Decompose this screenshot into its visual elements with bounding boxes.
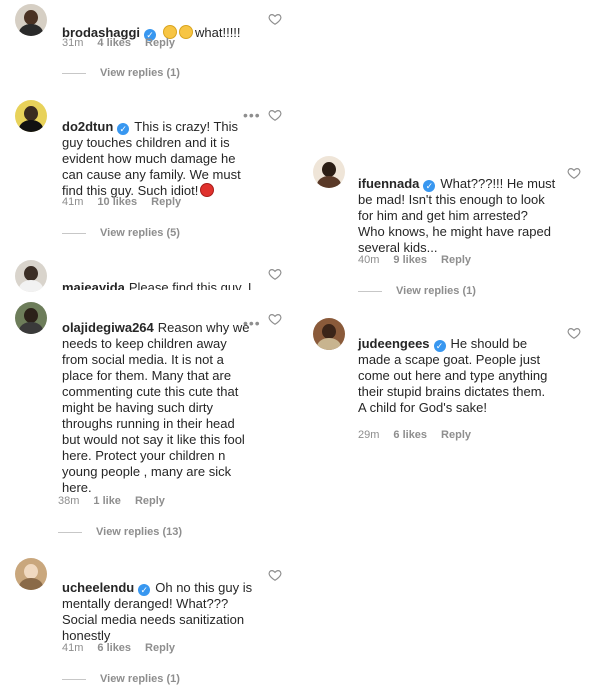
avatar[interactable] [15, 260, 47, 292]
username[interactable]: judeengees [358, 336, 430, 351]
heart-outline-icon[interactable] [268, 12, 282, 26]
avatar[interactable] [313, 156, 345, 188]
username[interactable]: ucheelendu [62, 580, 134, 595]
avatar[interactable] [313, 318, 345, 350]
likes-count[interactable]: 4 likes [97, 37, 131, 49]
comment-meta: 41m 6 likes Reply [62, 641, 189, 655]
avatar[interactable] [15, 100, 47, 132]
view-replies-button[interactable]: View replies (1) [62, 672, 180, 686]
divider-line [62, 678, 86, 680]
username[interactable]: majeayida [62, 280, 125, 290]
comment-text: judeengees ✓ He should be made a scape goa… [358, 320, 548, 416]
likes-count[interactable]: 10 likes [97, 196, 137, 208]
comment-text: majeayidaPlease find this guy, I wanna a… [62, 264, 257, 290]
comment-meta: 31m 4 likes Reply [62, 36, 189, 50]
view-replies-button[interactable]: View replies (5) [62, 226, 180, 240]
timestamp: 40m [358, 254, 380, 266]
avatar[interactable] [15, 302, 47, 334]
reply-button[interactable]: Reply [441, 429, 471, 441]
timestamp: 29m [358, 429, 380, 441]
comment-text: ucheelendu ✓ Oh no this guy is mentally de… [62, 564, 262, 644]
more-options-icon[interactable]: ••• [243, 316, 261, 330]
heart-outline-icon[interactable] [268, 568, 282, 582]
likes-count[interactable]: 6 likes [393, 429, 427, 441]
username[interactable]: ifuennada [358, 176, 419, 191]
comment-text: olajidegiwa264 Reason why we needs to kee… [62, 304, 252, 496]
reply-button[interactable]: Reply [135, 495, 165, 507]
divider-line [358, 290, 382, 292]
avatar[interactable] [15, 558, 47, 590]
comment-meta: 41m 10 likes Reply [62, 195, 195, 209]
username[interactable]: do2dtun [62, 119, 113, 134]
reply-button[interactable]: Reply [441, 254, 471, 266]
comment-meta: 38m 1 like Reply [58, 494, 179, 508]
likes-count[interactable]: 6 likes [97, 642, 131, 654]
angry-face-emoji-icon [200, 183, 215, 197]
heart-outline-icon[interactable] [268, 108, 282, 122]
view-replies-button[interactable]: View replies (13) [58, 525, 182, 539]
view-replies-button[interactable]: View replies (1) [358, 284, 476, 298]
timestamp: 38m [58, 495, 80, 507]
heart-outline-icon[interactable] [567, 326, 581, 340]
comment-text: do2dtun ✓ This is crazy! This guy touches … [62, 103, 242, 199]
reply-button[interactable]: Reply [145, 642, 175, 654]
divider-line [58, 531, 82, 533]
verified-badge-icon: ✓ [433, 340, 446, 352]
verified-badge-icon: ✓ [117, 123, 130, 135]
timestamp: 41m [62, 642, 84, 654]
comment-body: Reason why we needs to keep children awa… [62, 320, 250, 495]
comment-meta: 29m 6 likes Reply [358, 428, 485, 442]
likes-count[interactable]: 9 likes [393, 254, 427, 266]
comment-body: what!!!!! [195, 25, 241, 40]
reply-button[interactable]: Reply [145, 37, 175, 49]
username[interactable]: olajidegiwa264 [62, 320, 154, 335]
verified-badge-icon: ✓ [423, 180, 436, 192]
comment-meta: 40m 9 likes Reply [358, 253, 485, 267]
avatar[interactable] [15, 4, 47, 36]
timestamp: 31m [62, 37, 84, 49]
view-replies-button[interactable]: View replies (1) [62, 66, 180, 80]
comment-text: ifuennada ✓ What???!!! He must be mad! Isn… [358, 160, 558, 256]
divider-line [62, 232, 86, 234]
reply-button[interactable]: Reply [151, 196, 181, 208]
heart-outline-icon[interactable] [268, 267, 282, 281]
verified-badge-icon: ✓ [138, 584, 151, 596]
likes-count[interactable]: 1 like [93, 495, 121, 507]
divider-line [62, 72, 86, 74]
heart-outline-icon[interactable] [268, 312, 282, 326]
timestamp: 41m [62, 196, 84, 208]
heart-outline-icon[interactable] [567, 166, 581, 180]
more-options-icon[interactable]: ••• [243, 108, 261, 122]
